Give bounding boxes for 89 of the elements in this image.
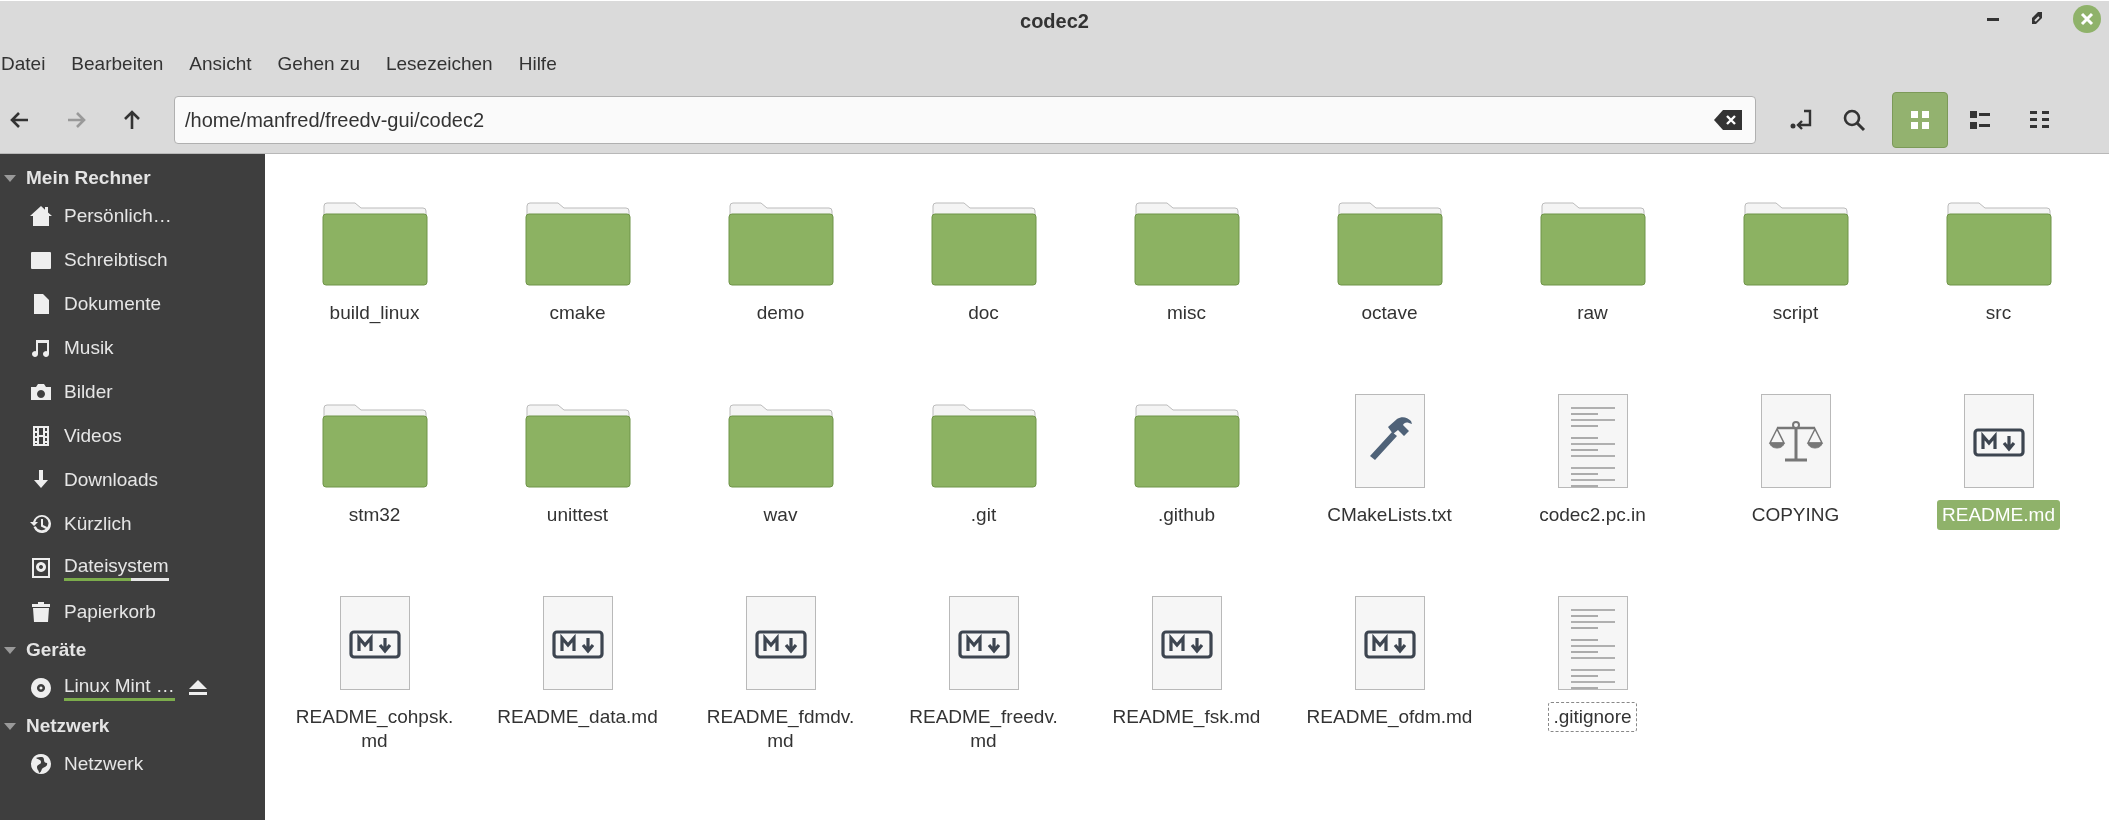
file-name[interactable]: CMakeLists.txt: [1322, 500, 1457, 530]
file-name[interactable]: codec2.pc.in: [1534, 500, 1651, 530]
folder-icon[interactable]: [1945, 202, 2052, 286]
expander-icon[interactable]: [4, 172, 16, 184]
sidebar-item[interactable]: Schreibtisch: [64, 249, 168, 271]
sidebar-item[interactable]: Kürzlich: [64, 513, 132, 535]
section-header: Mein Rechner: [26, 167, 151, 189]
sidebar-item[interactable]: Dateisystem: [64, 555, 169, 577]
file-icon[interactable]: [1151, 596, 1222, 690]
eject-icon[interactable]: [188, 680, 207, 696]
folder-icon[interactable]: [524, 202, 631, 286]
folder-icon[interactable]: [1742, 202, 1849, 286]
sidebar-item[interactable]: Netzwerk: [64, 753, 144, 775]
camera-icon: [30, 381, 52, 403]
file-name[interactable]: wav: [758, 500, 803, 530]
menu-item[interactable]: Bearbeiten: [71, 53, 164, 75]
home-icon: [30, 205, 52, 227]
file-name[interactable]: misc: [1161, 298, 1212, 328]
file-icon[interactable]: [339, 596, 410, 690]
file-icon[interactable]: [948, 596, 1019, 690]
expander-icon[interactable]: [4, 644, 16, 656]
folder-icon[interactable]: [727, 404, 834, 488]
sidebar-item[interactable]: Downloads: [64, 469, 158, 491]
folder-icon[interactable]: [321, 404, 428, 488]
file-name[interactable]: README_data.md: [492, 702, 663, 732]
clear-icon[interactable]: [1714, 110, 1742, 130]
section-header: Netzwerk: [26, 715, 110, 737]
folder-icon[interactable]: [321, 202, 428, 286]
sidebar-item[interactable]: Dokumente: [64, 293, 162, 315]
sidebar-item[interactable]: Videos: [64, 425, 122, 447]
drive-icon: [30, 557, 52, 579]
menu-item[interactable]: Gehen zu: [277, 53, 360, 75]
file-icon[interactable]: [1963, 394, 2034, 488]
folder-icon[interactable]: [1133, 202, 1240, 286]
folder-icon[interactable]: [727, 202, 834, 286]
folder-icon[interactable]: [1336, 202, 1443, 286]
file-icon[interactable]: [1354, 596, 1425, 690]
sidebar-item[interactable]: Persönlich…: [64, 205, 172, 227]
file-name[interactable]: .gitignore: [1548, 702, 1637, 732]
menu-item[interactable]: Ansicht: [189, 53, 252, 75]
network-icon: [30, 753, 52, 775]
file-name[interactable]: raw: [1572, 298, 1613, 328]
file-name[interactable]: README_fsk.md: [1107, 702, 1266, 732]
menu-item[interactable]: Hilfe: [518, 53, 557, 75]
file-name[interactable]: octave: [1356, 298, 1423, 328]
file-name[interactable]: README_ofdm.md: [1301, 702, 1478, 732]
file-name[interactable]: demo: [751, 298, 810, 328]
file-name[interactable]: README_cohpsk.md: [283, 702, 466, 756]
sidebar-item[interactable]: Bilder: [64, 381, 113, 403]
file-name[interactable]: .github: [1152, 500, 1220, 530]
file-name[interactable]: README_fdmdv.md: [689, 702, 872, 756]
folder-icon[interactable]: [1133, 404, 1240, 488]
file-icon[interactable]: [745, 596, 816, 690]
sidebar-item[interactable]: Musik: [64, 337, 114, 359]
grid-icon: [1909, 109, 1931, 131]
expander-icon[interactable]: [4, 720, 16, 732]
file-name[interactable]: COPYING: [1746, 500, 1845, 530]
folder-icon[interactable]: [1539, 202, 1646, 286]
file-name[interactable]: cmake: [544, 298, 611, 328]
menu-item[interactable]: Datei: [1, 53, 46, 75]
section-header: Geräte: [26, 639, 87, 661]
file-icon[interactable]: [542, 596, 613, 690]
sidebar-item[interactable]: Linux Mint …: [64, 675, 175, 697]
file-name[interactable]: script: [1767, 298, 1824, 328]
file-icon[interactable]: [1354, 394, 1425, 488]
folder-icon[interactable]: [524, 404, 631, 488]
music-icon: [30, 337, 52, 359]
menu-item[interactable]: Lesezeichen: [386, 53, 493, 75]
location-field[interactable]: /home/manfred/freedv-gui/codec2: [174, 96, 1756, 144]
window-title: codec2: [1020, 9, 1089, 33]
file-name[interactable]: build_linux: [324, 298, 425, 328]
history-icon: [30, 513, 52, 535]
close-icon[interactable]: [2073, 5, 2101, 33]
film-icon: [30, 425, 52, 447]
file-name[interactable]: doc: [963, 298, 1004, 328]
file-name[interactable]: README_freedv.md: [892, 702, 1075, 756]
list-icon: [1969, 109, 1991, 131]
file-name[interactable]: src: [1980, 298, 2017, 328]
file-name[interactable]: stm32: [343, 500, 406, 530]
desktop-icon: [30, 249, 52, 271]
file-icon[interactable]: [1760, 394, 1831, 488]
trash-icon: [30, 601, 52, 623]
file-name[interactable]: unittest: [541, 500, 614, 530]
file-name[interactable]: .git: [965, 500, 1002, 530]
search-icon[interactable]: [1842, 108, 1866, 132]
list-icon: [2029, 109, 2051, 131]
folder-icon[interactable]: [930, 202, 1037, 286]
sidebar-item[interactable]: Papierkorb: [64, 601, 156, 623]
folder-icon[interactable]: [930, 404, 1037, 488]
